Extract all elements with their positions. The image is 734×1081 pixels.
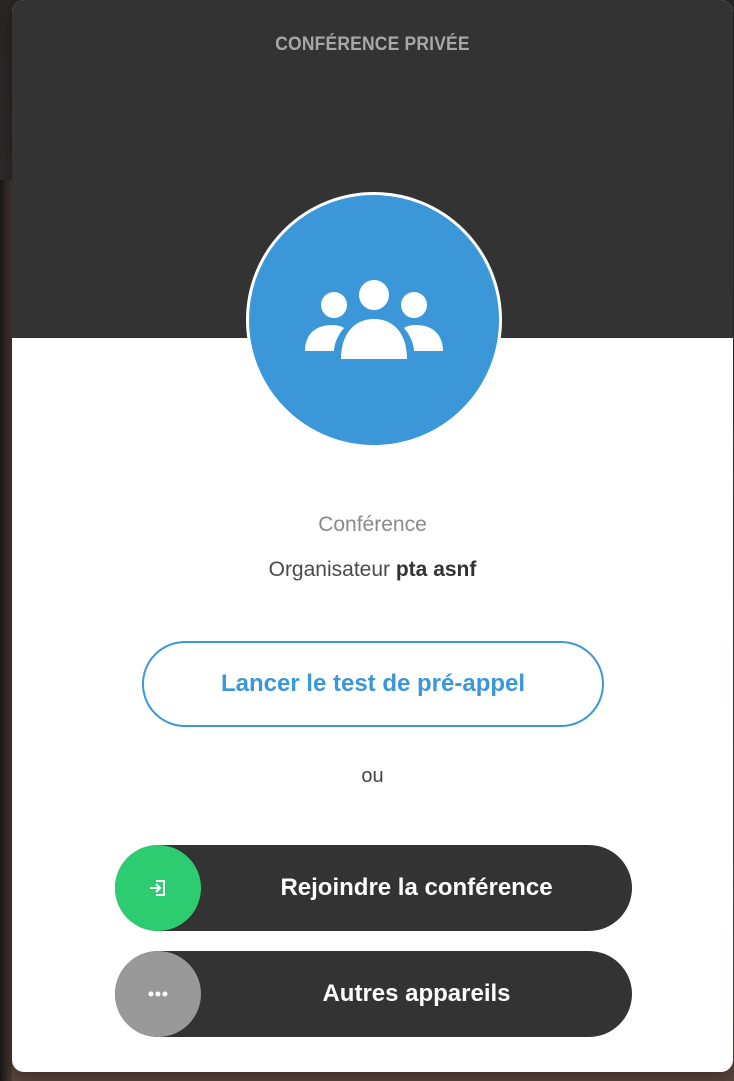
conference-avatar bbox=[246, 192, 502, 448]
sign-in-icon bbox=[150, 880, 165, 896]
background-video-edge bbox=[0, 180, 12, 1081]
other-devices-label: Autres appareils bbox=[322, 980, 511, 1007]
dialog-title: CONFÉRENCE PRIVÉE bbox=[275, 34, 470, 55]
pre-call-test-button[interactable]: Lancer le test de pré-appel bbox=[142, 641, 604, 727]
pre-call-test-label: Lancer le test de pré-appel bbox=[220, 670, 526, 697]
join-conference-label: Rejoindre la conférence bbox=[280, 874, 553, 901]
organizer-name: pta asnf bbox=[395, 558, 477, 581]
more-dots-icon bbox=[148, 991, 168, 997]
other-devices-button[interactable]: Autres appareils bbox=[115, 951, 632, 1037]
group-icon bbox=[305, 280, 443, 359]
join-icon-cap bbox=[115, 845, 201, 931]
organizer-prefix: Organisateur bbox=[268, 558, 391, 581]
conference-dialog: CONFÉRENCE PRIVÉE Conférence Organisateu… bbox=[12, 0, 733, 1072]
organizer-line: Organisateur pta asnf bbox=[12, 558, 733, 582]
or-separator: ou bbox=[361, 765, 384, 787]
other-devices-icon-cap bbox=[115, 951, 201, 1037]
join-conference-button[interactable]: Rejoindre la conférence bbox=[115, 845, 632, 931]
conference-type-label: Conférence bbox=[318, 513, 427, 536]
